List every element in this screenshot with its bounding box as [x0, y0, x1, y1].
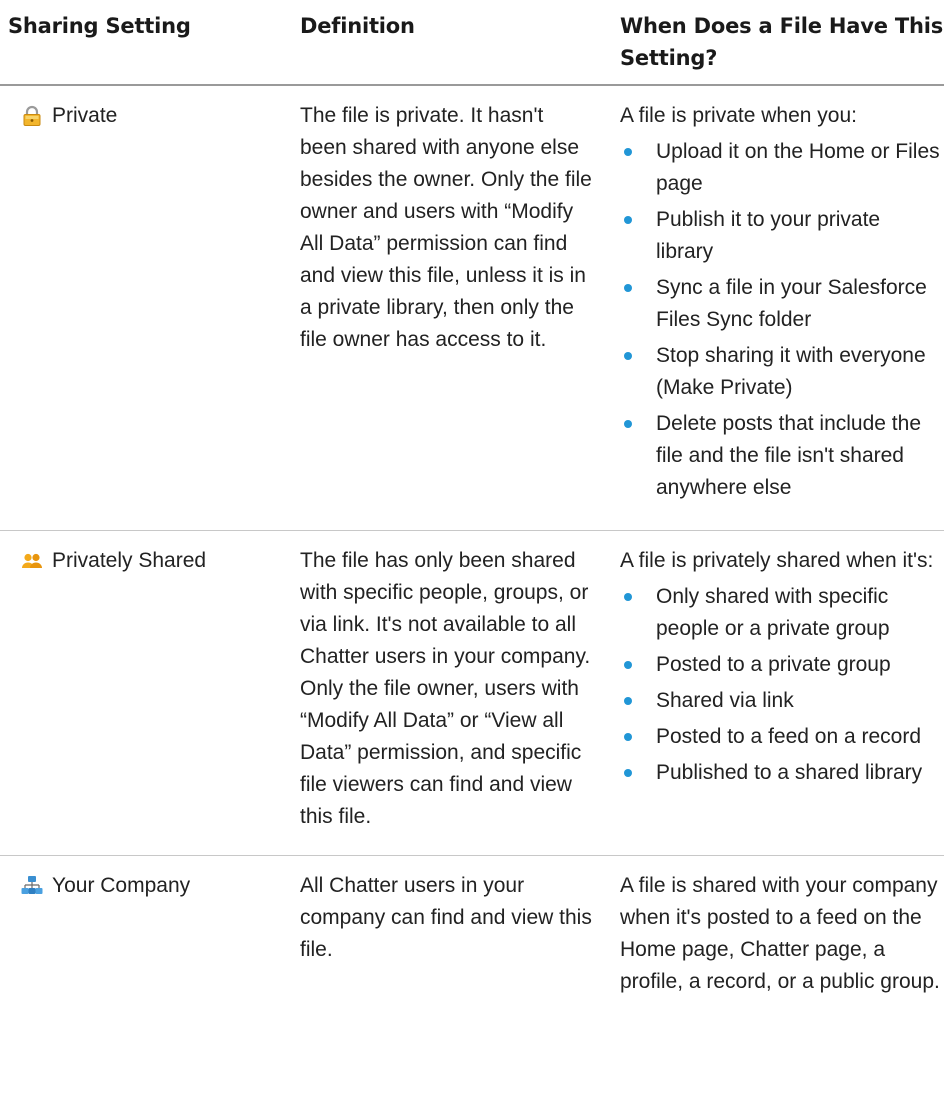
- when-intro: A file is private when you:: [620, 104, 857, 127]
- sharing-settings-table: Sharing Setting Definition When Does a F…: [0, 0, 944, 1020]
- bullet-icon: [624, 593, 632, 601]
- definition-cell: The file is private. It hasn't been shar…: [288, 85, 614, 531]
- when-intro: A file is shared with your company when …: [620, 874, 940, 993]
- when-list: Upload it on the Home or Files page Publ…: [620, 136, 940, 504]
- setting-label: Private: [52, 104, 118, 127]
- setting-cell: Private: [0, 85, 288, 531]
- list-item-text: Stop sharing it with everyone (Make Priv…: [656, 344, 926, 399]
- list-item-text: Posted to a private group: [656, 653, 891, 676]
- when-list: Only shared with specific people or a pr…: [620, 581, 940, 789]
- when-cell: A file is private when you: Upload it on…: [614, 85, 944, 531]
- setting-cell: Your Company: [0, 856, 288, 1021]
- bullet-icon: [624, 733, 632, 741]
- list-item: Upload it on the Home or Files page: [620, 136, 940, 200]
- list-item-text: Sync a file in your Salesforce Files Syn…: [656, 276, 927, 331]
- bullet-icon: [624, 661, 632, 669]
- list-item: Stop sharing it with everyone (Make Priv…: [620, 340, 940, 404]
- header-definition: Definition: [288, 0, 614, 86]
- setting-label: Your Company: [52, 874, 191, 897]
- bullet-icon: [624, 769, 632, 777]
- lock-icon: [20, 104, 44, 128]
- list-item: Sync a file in your Salesforce Files Syn…: [620, 272, 940, 336]
- list-item: Only shared with specific people or a pr…: [620, 581, 940, 645]
- org-chart-icon: [20, 874, 44, 898]
- sharing-settings-page: Sharing Setting Definition When Does a F…: [0, 0, 944, 1114]
- people-icon: [20, 549, 44, 573]
- list-item: Posted to a feed on a record: [620, 721, 940, 753]
- bullet-icon: [624, 148, 632, 156]
- header-when: When Does a File Have This Setting?: [614, 0, 944, 86]
- table-row-your-company: Your Company All Chatter users in your c…: [0, 856, 944, 1021]
- bullet-icon: [624, 352, 632, 360]
- table-header-row: Sharing Setting Definition When Does a F…: [0, 0, 944, 86]
- list-item-text: Published to a shared library: [656, 761, 923, 784]
- bullet-icon: [624, 420, 632, 428]
- when-cell: A file is shared with your company when …: [614, 856, 944, 1021]
- list-item: Shared via link: [620, 685, 940, 717]
- list-item-text: Posted to a feed on a record: [656, 725, 922, 748]
- list-item: Published to a shared library: [620, 757, 940, 789]
- list-item-text: Delete posts that include the file and t…: [656, 412, 922, 499]
- list-item-text: Only shared with specific people or a pr…: [656, 585, 890, 640]
- list-item-text: Upload it on the Home or Files page: [656, 140, 940, 195]
- definition-cell: The file has only been shared with speci…: [288, 530, 614, 856]
- when-cell: A file is privately shared when it's: On…: [614, 530, 944, 856]
- bullet-icon: [624, 216, 632, 224]
- definition-cell: All Chatter users in your company can fi…: [300, 874, 592, 961]
- table-row-private: Private The file is private. It hasn't b…: [0, 85, 944, 531]
- bullet-icon: [624, 284, 632, 292]
- list-item: Publish it to your private library: [620, 204, 940, 268]
- setting-label: Privately Shared: [52, 549, 207, 572]
- list-item-text: Shared via link: [656, 689, 794, 712]
- table-row-privately-shared: Privately Shared The file has only been …: [0, 530, 944, 856]
- header-sharing-setting: Sharing Setting: [0, 0, 288, 86]
- list-item: Delete posts that include the file and t…: [620, 408, 940, 504]
- bullet-icon: [624, 697, 632, 705]
- list-item: Posted to a private group: [620, 649, 940, 681]
- setting-cell: Privately Shared: [0, 530, 288, 856]
- list-item-text: Publish it to your private library: [656, 208, 881, 263]
- when-intro: A file is privately shared when it's:: [620, 549, 934, 572]
